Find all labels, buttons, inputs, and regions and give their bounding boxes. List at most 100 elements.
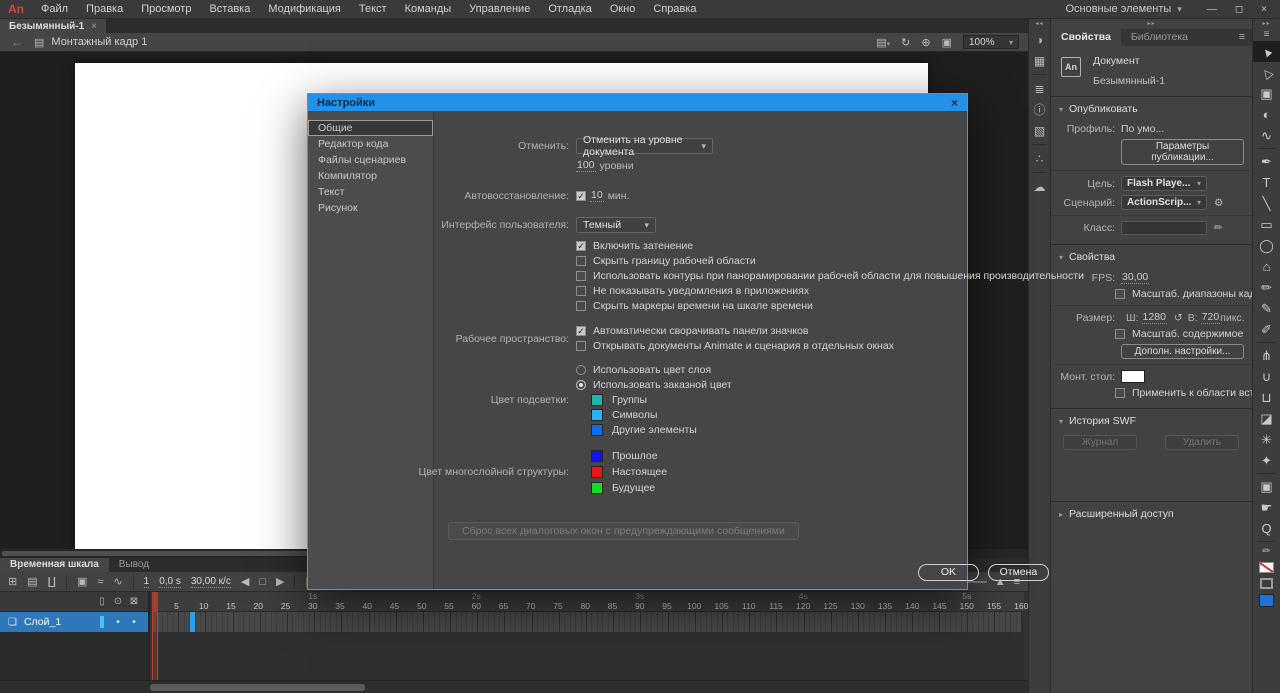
- publish-settings-button[interactable]: Параметры публикации...: [1121, 139, 1244, 165]
- puppet-pin-tool[interactable]: ✦: [1253, 450, 1280, 471]
- color-panel-icon[interactable]: ◑: [1029, 29, 1050, 50]
- color-swatch-row[interactable]: Прошлое: [591, 448, 667, 463]
- outline-column-icon[interactable]: ▯: [94, 596, 110, 607]
- cancel-button[interactable]: Отмена: [987, 564, 1049, 581]
- collapse-right-icon[interactable]: ▸▸: [1253, 19, 1280, 29]
- wrench-icon[interactable]: ⚙: [1214, 197, 1223, 209]
- dialog-titlebar[interactable]: Настройки ×: [308, 94, 967, 111]
- panel-menu-icon[interactable]: ≡: [1239, 29, 1252, 46]
- restore-button[interactable]: ◻: [1228, 4, 1250, 15]
- gradient-transform-tool[interactable]: ◐: [1253, 104, 1280, 125]
- menu-item[interactable]: Вставка: [200, 0, 259, 18]
- ui-theme-select[interactable]: Темный ▾: [576, 217, 656, 233]
- frame-rate-value[interactable]: 30,00 к/с: [190, 576, 231, 588]
- height-value[interactable]: 720: [1200, 311, 1221, 324]
- class-input[interactable]: [1121, 221, 1207, 235]
- fps-value[interactable]: 30,00: [1121, 271, 1150, 284]
- stroke-color-swatch[interactable]: [1259, 562, 1274, 573]
- asset-warp-tool[interactable]: ✳: [1253, 429, 1280, 450]
- layer-row[interactable]: ❏ Слой_1 • •: [0, 612, 148, 632]
- camera-tool[interactable]: ▣: [1253, 476, 1280, 497]
- pref-category[interactable]: Общие: [308, 120, 433, 136]
- tab-library[interactable]: Библиотека: [1121, 29, 1198, 46]
- scrollbar-thumb[interactable]: [150, 684, 365, 691]
- current-frame-icon[interactable]: □: [259, 576, 266, 588]
- checkbox-option[interactable]: Скрыть маркеры времени на шкале времени: [576, 299, 1084, 313]
- pen-tool[interactable]: ✒: [1253, 151, 1280, 172]
- free-transform-tool[interactable]: ▣: [1253, 83, 1280, 104]
- checkbox[interactable]: [1115, 329, 1125, 339]
- graph-icon[interactable]: ∿: [113, 575, 122, 588]
- playhead[interactable]: [152, 592, 158, 680]
- checkbox[interactable]: [576, 341, 586, 351]
- subselection-tool[interactable]: △: [1253, 62, 1280, 83]
- zoom-select[interactable]: 100% ▾: [963, 35, 1019, 49]
- menu-item[interactable]: Справка: [644, 0, 705, 18]
- classic-brush-tool[interactable]: ✎: [1253, 298, 1280, 319]
- lasso-tool[interactable]: ∿: [1253, 125, 1280, 146]
- stage-color-swatch[interactable]: [1121, 370, 1145, 383]
- tab-properties[interactable]: Свойства: [1051, 29, 1121, 46]
- menu-item[interactable]: Модификация: [259, 0, 350, 18]
- color-swatch[interactable]: [591, 449, 603, 462]
- color-swatch[interactable]: [591, 481, 603, 494]
- eraser-tool[interactable]: ◪: [1253, 408, 1280, 429]
- pref-category[interactable]: Рисунок: [308, 200, 433, 216]
- checkbox-option[interactable]: Открывать документы Animate и сценария в…: [576, 339, 894, 353]
- checkbox-option[interactable]: Использовать контуры при панорамировании…: [576, 269, 1084, 283]
- new-layer-icon[interactable]: ⊞: [8, 575, 17, 588]
- checkbox[interactable]: [576, 256, 586, 266]
- color-swatch-row[interactable]: Группы: [591, 393, 732, 407]
- checkbox[interactable]: [576, 271, 586, 281]
- step-forward-icon[interactable]: ▶: [276, 575, 284, 588]
- color-swatch[interactable]: [591, 424, 603, 436]
- default-colors-swatch[interactable]: [1260, 578, 1273, 589]
- elapsed-time-value[interactable]: 0,0 s: [159, 576, 181, 588]
- step-back-icon[interactable]: ◀: [241, 575, 249, 588]
- dialog-close-icon[interactable]: ×: [951, 96, 958, 110]
- rectangle-tool[interactable]: ▭: [1253, 214, 1280, 235]
- delete-button[interactable]: Удалить: [1165, 435, 1239, 450]
- script-select[interactable]: ActionScrip... ▾: [1121, 195, 1207, 210]
- checkbox-option[interactable]: Не показывать уведомления в приложениях: [576, 284, 1084, 298]
- text-tool[interactable]: T: [1253, 172, 1280, 193]
- current-frame-value[interactable]: 1: [143, 576, 150, 588]
- pref-category[interactable]: Файлы сценариев: [308, 152, 433, 168]
- clip-content-icon[interactable]: ▣: [942, 36, 952, 49]
- radio[interactable]: [576, 380, 586, 390]
- checkbox[interactable]: ✓: [576, 241, 586, 251]
- ink-bottle-tool[interactable]: ⊔: [1253, 387, 1280, 408]
- color-swatch-row[interactable]: Символы: [591, 408, 732, 422]
- collapse-right-icon[interactable]: ▸▸: [1051, 19, 1252, 29]
- playhead-cap[interactable]: [152, 592, 158, 612]
- target-select[interactable]: Flash Playe... ▾: [1121, 176, 1207, 191]
- collapse-left-icon[interactable]: ◂◂: [1029, 19, 1050, 29]
- pencil-icon[interactable]: ✏: [1214, 222, 1223, 234]
- line-tool[interactable]: ╲: [1253, 193, 1280, 214]
- advanced-settings-button[interactable]: Дополн. настройки...: [1121, 344, 1244, 359]
- menu-item[interactable]: Управление: [460, 0, 539, 18]
- tab-close-icon[interactable]: ×: [91, 21, 97, 32]
- new-folder-icon[interactable]: ▤: [27, 575, 37, 588]
- hand-tool[interactable]: ☛: [1253, 497, 1280, 518]
- menu-item[interactable]: Текст: [350, 0, 396, 18]
- polystar-tool[interactable]: ⌂: [1253, 256, 1280, 277]
- paint-bucket-tool[interactable]: ∪: [1253, 366, 1280, 387]
- undo-levels-value[interactable]: 100: [576, 159, 596, 172]
- center-stage-icon[interactable]: ⊕: [921, 36, 930, 49]
- layer-frames-row[interactable]: [152, 612, 1024, 632]
- menu-item[interactable]: Команды: [396, 0, 461, 18]
- pref-category[interactable]: Текст: [308, 184, 433, 200]
- checkbox[interactable]: [576, 301, 586, 311]
- menu-item[interactable]: Отладка: [539, 0, 600, 18]
- ok-button[interactable]: OK: [917, 564, 979, 581]
- checkbox[interactable]: [576, 286, 586, 296]
- tab-timeline[interactable]: Временная шкала: [0, 558, 109, 572]
- radio-option[interactable]: Использовать заказной цвет: [576, 378, 732, 392]
- onion-skin-icon[interactable]: ≈: [97, 576, 103, 588]
- lock-icon[interactable]: ⊠: [126, 596, 142, 607]
- back-arrow-icon[interactable]: ←: [0, 35, 34, 49]
- layer-name[interactable]: Слой_1: [24, 616, 61, 628]
- link-icon[interactable]: ↺: [1174, 312, 1183, 324]
- timeline-horizontal-scrollbar[interactable]: [0, 680, 1028, 693]
